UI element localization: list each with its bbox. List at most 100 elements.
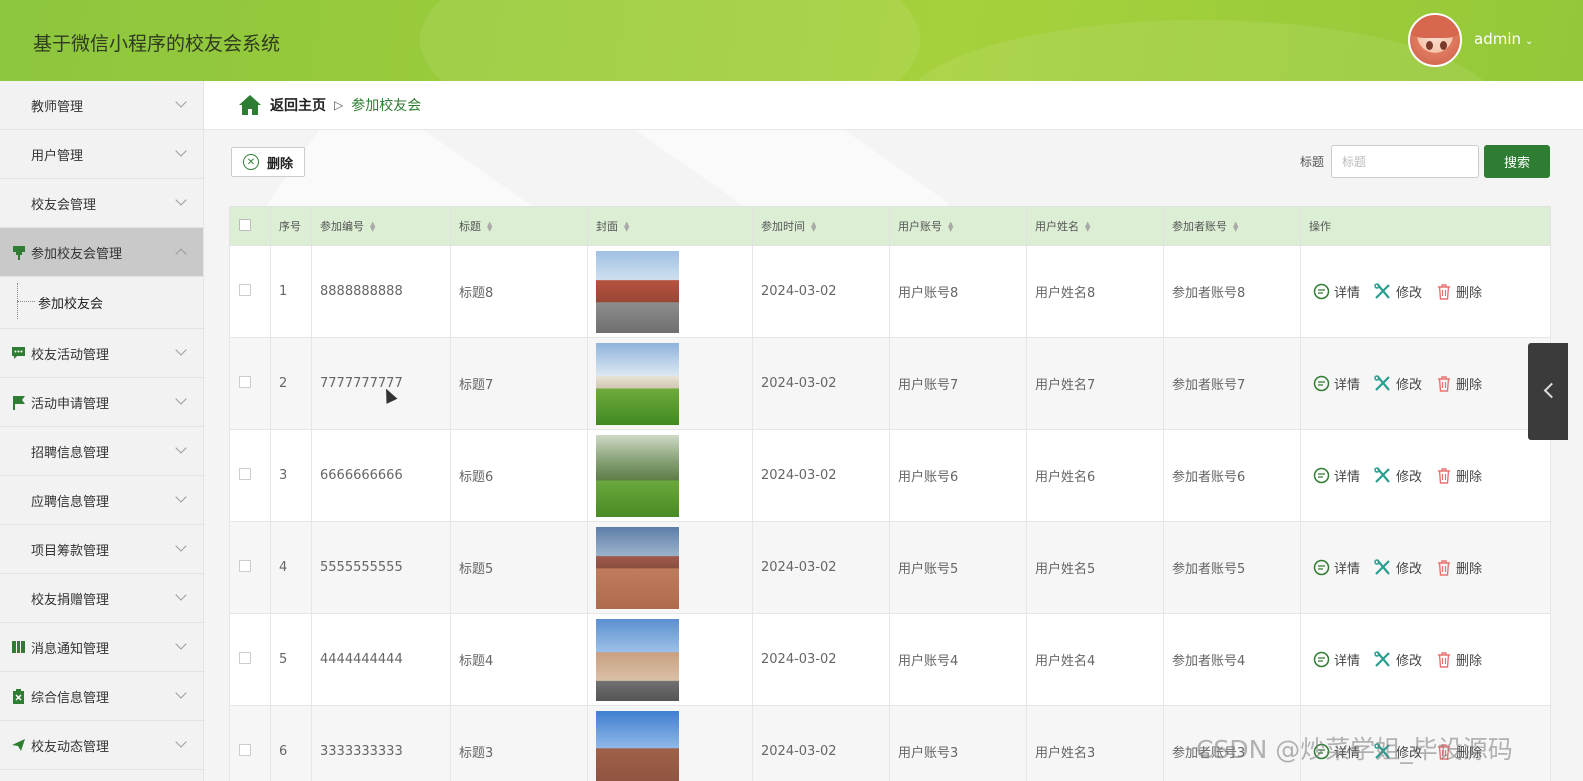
sidebar-item-join-assoc[interactable]: 参加校友会管理	[0, 228, 203, 277]
cover-image[interactable]	[596, 618, 679, 701]
edit-button[interactable]: 修改	[1374, 282, 1422, 301]
column-header-title[interactable]: 标题 ▲ ▼	[450, 206, 588, 246]
chevron-left-icon	[1543, 382, 1560, 399]
cell-name: 用户姓名3	[1026, 705, 1164, 781]
detail-button[interactable]: 详情	[1313, 374, 1360, 393]
sidebar-item-teachers[interactable]: 教师管理	[0, 81, 203, 130]
tree-line	[17, 301, 35, 302]
row-select-cell	[229, 613, 271, 706]
select-all-cell	[229, 206, 271, 246]
sidebar-item-label: 活动申请管理	[31, 396, 110, 412]
cell-name: 用户姓名5	[1026, 521, 1164, 614]
sidebar-subitem-join-assoc[interactable]: 参加校友会	[0, 277, 203, 329]
column-header-time[interactable]: 参加时间 ▲ ▼	[752, 206, 890, 246]
cover-image[interactable]	[596, 342, 679, 425]
sidebar-item-alumni-news[interactable]: 校友动态管理	[0, 721, 203, 770]
cell-title: 标题7	[450, 337, 588, 430]
select-all-checkbox[interactable]	[239, 218, 251, 231]
search-input[interactable]	[1331, 145, 1479, 178]
grid-icon	[11, 147, 26, 162]
edit-button[interactable]: 修改	[1374, 558, 1422, 577]
delete-button[interactable]: 删除	[1436, 558, 1482, 577]
row-checkbox[interactable]	[239, 743, 251, 756]
trash-icon	[1438, 284, 1451, 300]
chevron-down-icon	[175, 687, 187, 699]
column-header-code[interactable]: 参加编号 ▲ ▼	[311, 206, 451, 246]
sidebar-subitem-label: 参加校友会	[38, 297, 104, 312]
row-checkbox[interactable]	[239, 283, 251, 296]
row-select-cell	[229, 521, 271, 614]
cell-participant: 参加者账号7	[1163, 337, 1301, 430]
chevron-down-icon	[175, 540, 187, 552]
sidebar-item-donations[interactable]: 校友捐赠管理	[0, 574, 203, 623]
delete-button[interactable]: 删除	[1436, 282, 1482, 301]
detail-button[interactable]: 详情	[1313, 282, 1360, 301]
side-collapse-tab[interactable]	[1528, 343, 1568, 440]
grid-icon	[11, 444, 26, 459]
sidebar-item-notifications[interactable]: 消息通知管理	[0, 623, 203, 672]
sidebar-item-users[interactable]: 用户管理	[0, 130, 203, 179]
column-header-cover[interactable]: 封面 ▲ ▼	[587, 206, 753, 246]
cover-image[interactable]	[596, 710, 679, 781]
row-checkbox[interactable]	[239, 651, 251, 664]
sidebar-item-activities[interactable]: 校友活动管理	[0, 329, 203, 378]
row-checkbox[interactable]	[239, 467, 251, 480]
edit-button[interactable]: 修改	[1374, 650, 1422, 669]
edit-button[interactable]: 修改	[1374, 374, 1422, 393]
sidebar-item-general-info[interactable]: 综合信息管理	[0, 672, 203, 721]
breadcrumb-home-link[interactable]: 返回主页	[270, 95, 326, 115]
avatar[interactable]	[1408, 13, 1462, 67]
main-content: 返回主页 ▷ 参加校友会 ✕ 删除 标题 搜索 序号 参加编号▲▼ 标题▲▼ 封…	[204, 81, 1583, 781]
breadcrumb-current: 参加校友会	[351, 98, 422, 114]
search-button[interactable]: 搜索	[1484, 145, 1550, 178]
cover-image[interactable]	[596, 526, 679, 609]
cell-time: 2024-03-02	[752, 245, 890, 338]
book-icon	[11, 640, 26, 655]
cover-image[interactable]	[596, 434, 679, 517]
cell-actions: 详情 修改 删除	[1300, 429, 1551, 522]
delete-button[interactable]: 删除	[1436, 374, 1482, 393]
column-header-actions: 操作	[1300, 206, 1551, 246]
sort-icon[interactable]: ▲ ▼	[1233, 221, 1238, 233]
sort-icon[interactable]: ▲ ▼	[811, 221, 816, 233]
sort-icon[interactable]: ▲ ▼	[1085, 221, 1090, 233]
sidebar-item-jobs[interactable]: 招聘信息管理	[0, 427, 203, 476]
user-menu[interactable]: admin ⌄	[1474, 30, 1533, 48]
sort-icon[interactable]: ▲ ▼	[948, 221, 953, 233]
row-checkbox[interactable]	[239, 375, 251, 388]
detail-button[interactable]: 详情	[1313, 466, 1360, 485]
delete-button[interactable]: 删除	[1436, 466, 1482, 485]
sidebar-item-fundraising[interactable]: 项目筹款管理	[0, 525, 203, 574]
cell-index: 2	[270, 337, 312, 430]
column-header-participant[interactable]: 参加者账号 ▲ ▼	[1163, 206, 1301, 246]
cell-code: 8888888888	[311, 245, 451, 338]
edit-button[interactable]: 修改	[1374, 466, 1422, 485]
detail-button[interactable]: 详情	[1313, 558, 1360, 577]
sidebar-item-activity-applications[interactable]: 活动申请管理	[0, 378, 203, 427]
cell-cover	[587, 337, 753, 430]
detail-button[interactable]: 详情	[1313, 650, 1360, 669]
sidebar: 教师管理 用户管理 校友会管理 参加校友会管理 参加校友会 校友活动管理 活动申…	[0, 81, 204, 781]
cell-account: 用户账号7	[889, 337, 1027, 430]
sort-icon[interactable]: ▲ ▼	[624, 221, 629, 233]
row-checkbox[interactable]	[239, 559, 251, 572]
sidebar-item-alumni-assoc[interactable]: 校友会管理	[0, 179, 203, 228]
cover-image[interactable]	[596, 250, 679, 333]
cell-index: 4	[270, 521, 312, 614]
column-header-account[interactable]: 用户账号 ▲ ▼	[889, 206, 1027, 246]
row-select-cell	[229, 429, 271, 522]
cell-title: 标题5	[450, 521, 588, 614]
sort-icon[interactable]: ▲ ▼	[487, 221, 492, 233]
home-icon[interactable]	[238, 94, 262, 116]
grid-icon	[11, 196, 26, 211]
chevron-down-icon	[175, 638, 187, 650]
pin-icon	[11, 245, 26, 260]
batch-delete-button[interactable]: ✕ 删除	[231, 147, 305, 177]
delete-button[interactable]: 删除	[1436, 650, 1482, 669]
column-header-name[interactable]: 用户姓名 ▲ ▼	[1026, 206, 1164, 246]
edit-icon	[1374, 375, 1390, 391]
cell-name: 用户姓名8	[1026, 245, 1164, 338]
sort-icon[interactable]: ▲ ▼	[370, 221, 375, 233]
sidebar-item-label: 教师管理	[31, 99, 84, 115]
sidebar-item-applications[interactable]: 应聘信息管理	[0, 476, 203, 525]
